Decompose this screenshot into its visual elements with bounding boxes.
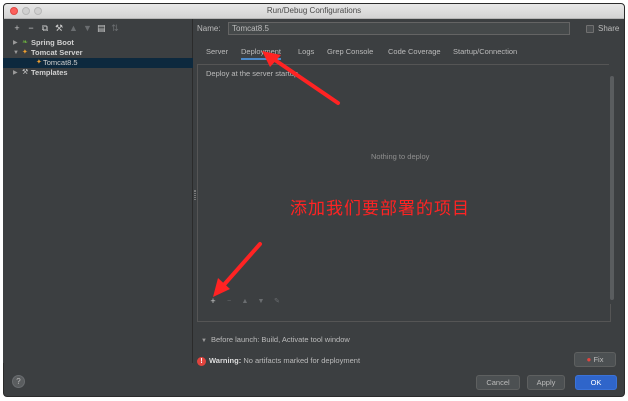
sort-icon[interactable]: ⇅ — [111, 23, 119, 33]
tree-item-label: Tomcat8.5 — [43, 58, 78, 67]
edit-icon[interactable]: ✎ — [273, 297, 281, 305]
warning-icon: ! — [197, 356, 206, 366]
scrollbar-thumb[interactable] — [610, 76, 614, 300]
expand-arrow-icon[interactable]: ▶ — [13, 68, 18, 78]
fix-label: Fix — [593, 355, 604, 364]
tree-item-tomcat-server[interactable]: ▼ ✦ Tomcat Server — [3, 48, 193, 58]
tree-toolbar: + − ⧉ ⚒ ▲ ▼ ▤ ⇅ — [13, 23, 119, 33]
panel-splitter[interactable] — [194, 190, 196, 200]
tomcat-icon: ✦ — [22, 49, 28, 56]
move-up-icon[interactable]: ▲ — [241, 298, 249, 305]
config-tree: ▶ ❧ Spring Boot ▼ ✦ Tomcat Server ✦ Tomc… — [3, 38, 193, 78]
share-checkbox[interactable] — [586, 25, 594, 33]
wrench-icon: ⚒ — [22, 69, 29, 76]
minus-icon[interactable]: − — [27, 23, 35, 33]
tab-startup-connection[interactable]: Startup/Connection — [453, 44, 517, 60]
collapse-arrow-icon[interactable]: ▼ — [201, 338, 207, 344]
config-tree-panel: + − ⧉ ⚒ ▲ ▼ ▤ ⇅ ▶ ❧ Spring Boot ▼ ✦ Tomc… — [3, 19, 193, 363]
plus-icon[interactable]: + — [13, 23, 21, 33]
ok-button[interactable]: OK — [575, 375, 617, 390]
expand-arrow-icon[interactable]: ▶ — [13, 38, 18, 48]
tomcat-icon: ✦ — [36, 59, 42, 66]
annotation-text: 添加我们要部署的项目 — [290, 199, 470, 219]
lightbulb-icon: ● — [586, 355, 592, 364]
folder-icon[interactable]: ▤ — [97, 23, 106, 33]
tree-item-label: Tomcat Server — [31, 48, 83, 57]
share-label: Share — [598, 24, 620, 33]
collapse-arrow-icon[interactable]: ▼ — [13, 48, 19, 58]
deployment-list[interactable] — [201, 80, 607, 293]
before-launch-section[interactable]: ▼ Before launch: Build, Activate tool win… — [201, 335, 350, 344]
apply-button[interactable]: Apply — [527, 375, 565, 390]
title-bar: Run/Debug Configurations — [4, 4, 624, 19]
tab-code-coverage[interactable]: Code Coverage — [388, 44, 441, 60]
cancel-button[interactable]: Cancel — [476, 375, 520, 390]
deployment-list-toolbar: + − ▲ ▼ ✎ — [209, 296, 281, 306]
empty-list-text: Nothing to deploy — [371, 152, 430, 161]
tab-server[interactable]: Server — [206, 44, 228, 60]
before-launch-label: Before launch: Build, Activate tool wind… — [210, 335, 350, 344]
tree-item-label: Spring Boot — [31, 38, 74, 47]
tab-grep-console[interactable]: Grep Console — [327, 44, 373, 60]
warning-message: ! Warning: No artifacts marked for deploy… — [197, 356, 360, 366]
tree-item-templates[interactable]: ▶ ⚒ Templates — [3, 68, 193, 78]
window-title: Run/Debug Configurations — [266, 6, 362, 15]
wrench-icon[interactable]: ⚒ — [55, 23, 63, 33]
name-label: Name: — [197, 24, 221, 33]
tree-item-tomcat85[interactable]: ✦ Tomcat8.5 — [3, 58, 193, 68]
spring-boot-icon: ❧ — [22, 39, 28, 46]
tree-item-label: Templates — [31, 68, 68, 77]
tab-deployment[interactable]: Deployment — [241, 44, 282, 60]
remove-icon[interactable]: − — [225, 298, 233, 305]
tab-logs[interactable]: Logs — [298, 44, 314, 60]
move-down-icon[interactable]: ▼ — [83, 23, 92, 33]
warning-text: No artifacts marked for deployment — [243, 356, 361, 365]
deploy-at-label: Deploy at the server startup — [206, 69, 299, 78]
move-down-icon[interactable]: ▼ — [257, 298, 265, 305]
fix-button[interactable]: ● Fix — [574, 352, 616, 367]
help-button[interactable]: ? — [12, 375, 25, 388]
tree-item-spring-boot[interactable]: ▶ ❧ Spring Boot — [3, 38, 193, 48]
add-icon[interactable]: + — [209, 296, 217, 306]
copy-icon[interactable]: ⧉ — [41, 23, 49, 33]
move-up-icon[interactable]: ▲ — [69, 23, 78, 33]
warning-prefix: Warning: — [209, 356, 242, 365]
name-input[interactable]: Tomcat8.5 — [228, 22, 570, 35]
